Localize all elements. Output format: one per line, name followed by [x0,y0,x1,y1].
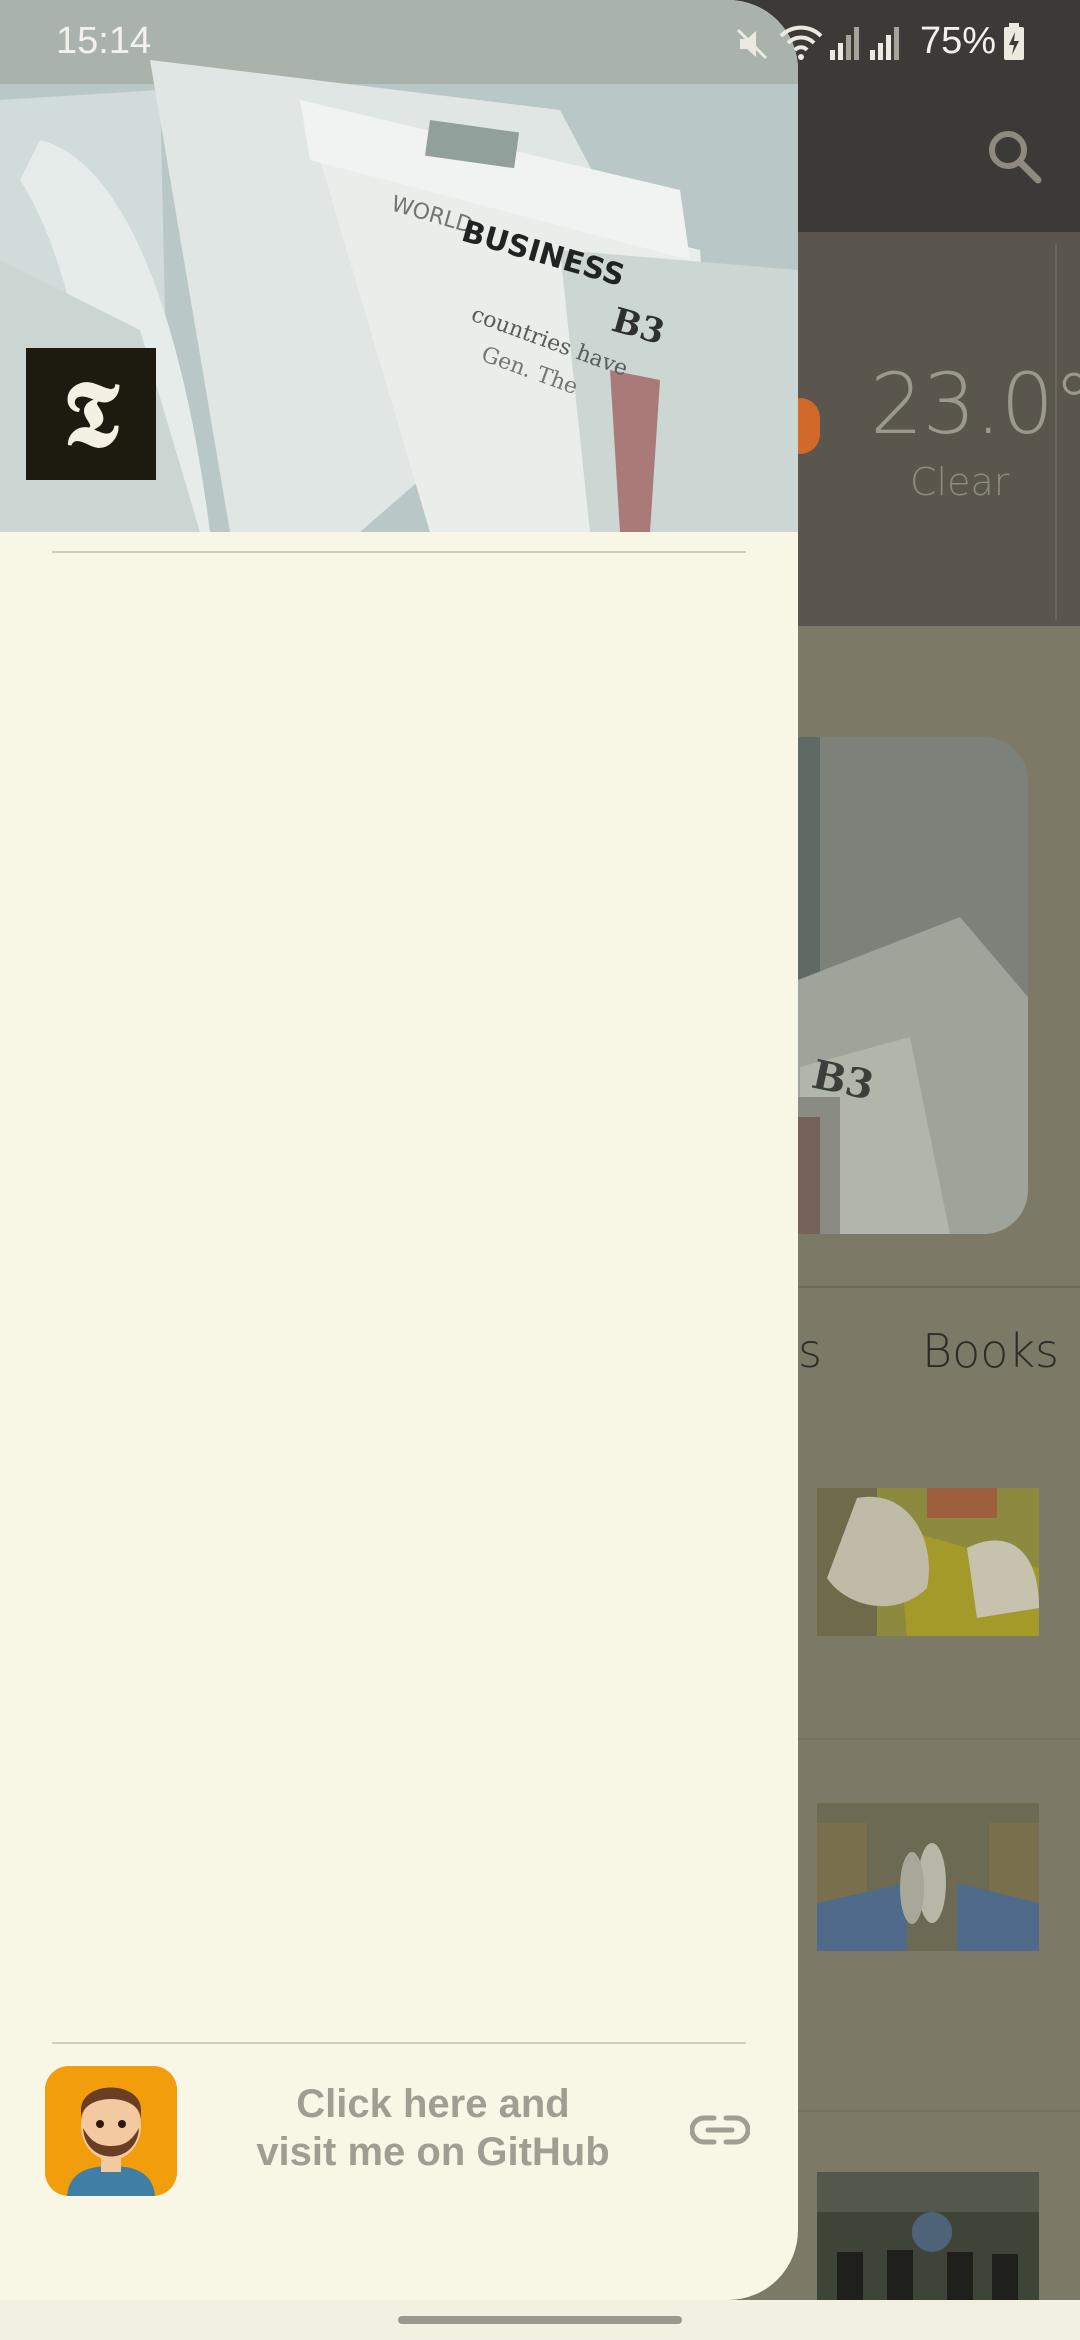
signal-icon [830,27,859,60]
search-button[interactable] [980,122,1052,194]
wifi-icon [779,25,823,60]
link-icon[interactable] [690,2110,750,2150]
article-thumbnail[interactable] [817,2172,1039,2300]
signal-icon [870,27,899,60]
drawer-top-divider [52,551,746,553]
status-bar: 15:14 75% [0,0,1080,84]
battery-charging-icon [1004,23,1024,60]
navigation-drawer: WORLD BUSINESS B3 countries have Gen. Th… [0,0,798,2300]
search-icon [989,131,1042,184]
github-line-2: visit me on GitHub [256,2130,610,2174]
nyt-logo: 𝕿 [26,348,156,480]
home-gesture-handle[interactable] [398,2316,682,2324]
developer-avatar[interactable] [45,2066,177,2196]
list-divider [780,1738,1080,1740]
weather-condition: Clear [910,460,1010,504]
github-link-text[interactable]: Click here and visit me on GitHub [200,2080,666,2176]
bearded-man-avatar-icon [45,2066,177,2196]
github-line-1: Click here and [296,2082,570,2126]
article-thumbnail[interactable] [817,1488,1039,1636]
mute-icon [736,28,768,60]
temperature: 23.0° [870,355,1080,453]
hero-article-card[interactable]: B3 [760,737,1028,1234]
battery-percentage: 75% [920,20,997,62]
article-thumbnail[interactable] [817,1803,1039,1951]
category-divider [780,1286,1080,1288]
nyt-logo-letter: 𝕿 [62,360,120,468]
status-time: 15:14 [56,20,152,62]
list-divider [780,2110,1080,2112]
hero-image: B3 [760,737,1028,1234]
tab-books[interactable]: Books [922,1324,1059,1378]
